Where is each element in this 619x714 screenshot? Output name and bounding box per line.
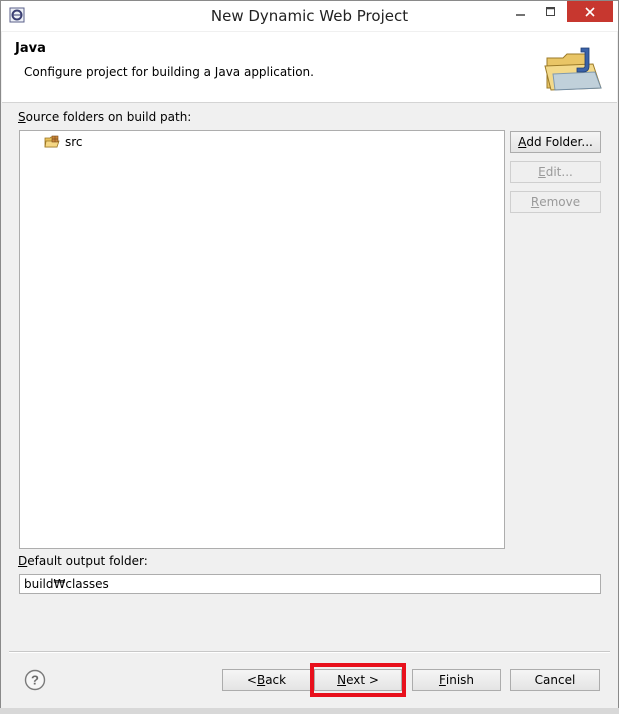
back-button[interactable]: < Back <box>222 669 311 691</box>
svg-text:?: ? <box>31 673 39 688</box>
close-button[interactable] <box>567 1 613 22</box>
remove-button[interactable]: Remove <box>510 191 601 213</box>
minimize-icon <box>516 13 525 16</box>
add-folder-button[interactable]: Add Folder... <box>510 131 601 153</box>
taskbar-strip <box>0 708 619 714</box>
wizard-header: Java Configure project for building a Ja… <box>2 32 617 103</box>
package-folder-icon <box>44 135 60 148</box>
title-bar: New Dynamic Web Project <box>1 1 618 31</box>
edit-button[interactable]: Edit... <box>510 161 601 183</box>
minimize-button[interactable] <box>508 1 534 22</box>
source-folders-label: Source folders on build path: <box>18 110 192 124</box>
page-description: Configure project for building a Java ap… <box>24 65 314 79</box>
help-icon[interactable]: ? <box>24 669 46 691</box>
footer-separator <box>9 651 610 653</box>
default-output-folder-label: Default output folder: <box>18 554 148 568</box>
maximize-button[interactable] <box>538 1 564 22</box>
java-folder-wizard-icon <box>544 47 602 91</box>
tree-item-src[interactable]: src <box>44 135 83 149</box>
page-title: Java <box>15 41 46 56</box>
tree-item-label: src <box>65 135 83 149</box>
finish-button[interactable]: Finish <box>412 669 501 691</box>
default-output-folder-input[interactable]: build₩classes <box>19 574 601 594</box>
cancel-button[interactable]: Cancel <box>510 669 600 691</box>
next-button-highlight <box>310 663 406 697</box>
source-folders-tree[interactable]: src <box>19 130 505 549</box>
close-icon <box>585 6 595 17</box>
maximize-icon <box>546 6 555 16</box>
dialog-window: New Dynamic Web Project Java Configure p… <box>0 0 619 714</box>
